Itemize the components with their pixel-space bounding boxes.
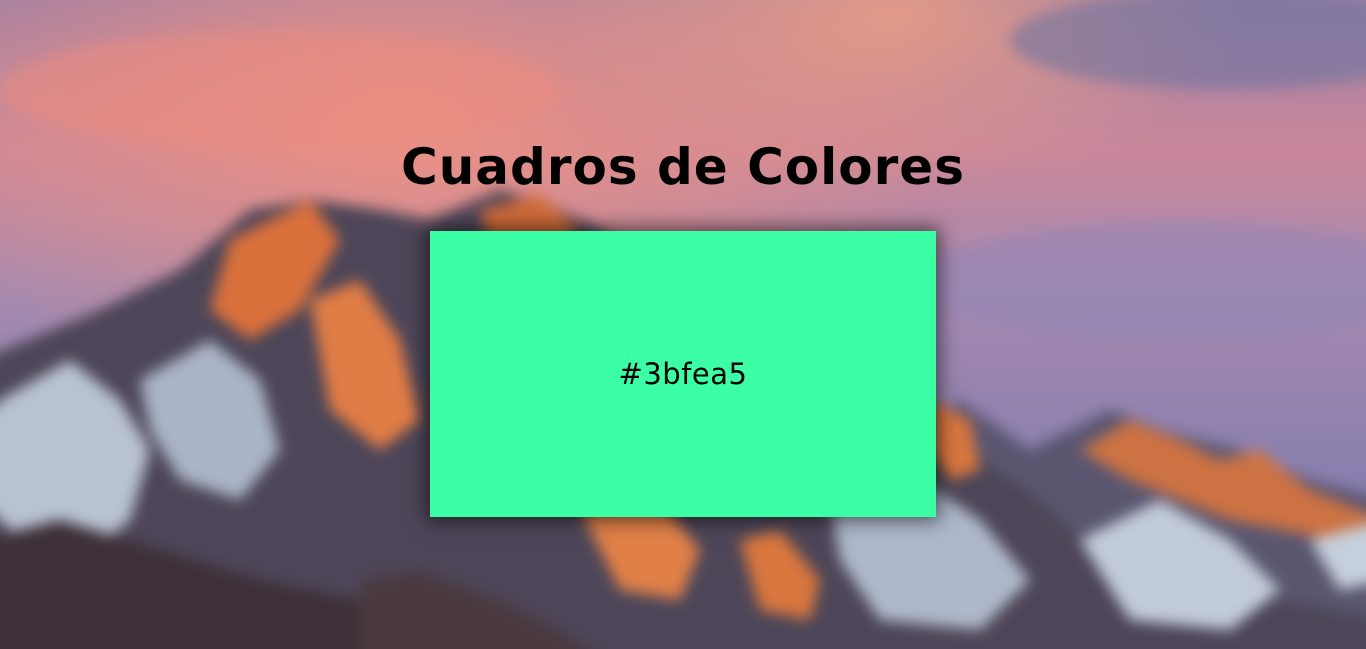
color-hex-code: #3bfea5 (618, 357, 748, 391)
color-swatch-box[interactable]: #3bfea5 (430, 231, 936, 517)
page-title: Cuadros de Colores (401, 138, 965, 196)
